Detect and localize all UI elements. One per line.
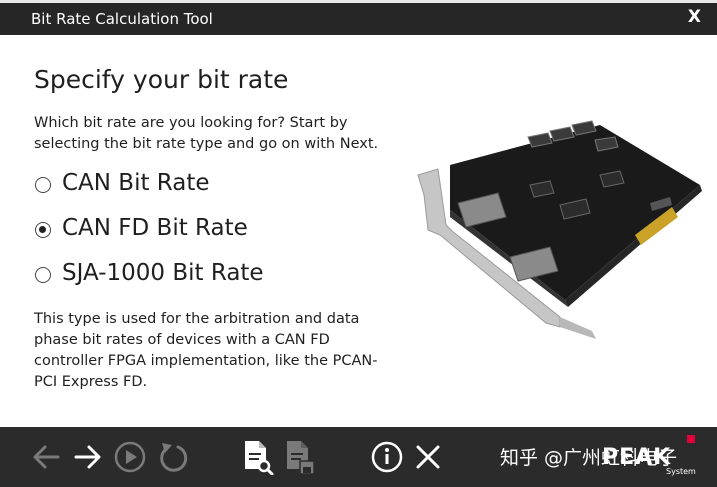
intro-text: Which bit rate are you looking for? Star… [34,115,379,152]
next-button[interactable] [70,439,104,475]
option-sja-1000-bit-rate[interactable]: SJA-1000 Bit Rate [34,259,354,293]
window-title: Bit Rate Calculation Tool [31,10,213,28]
option-label: CAN Bit Rate [62,170,210,196]
option-label: CAN FD Bit Rate [62,215,248,241]
peak-system-logo: PEAK System [600,435,710,481]
close-button[interactable]: X [688,7,701,27]
close-icon [416,445,440,469]
play-circle-icon [114,441,146,473]
logo-subtext: System [666,467,696,476]
reset-button[interactable] [156,439,190,475]
radio-can-bit-rate[interactable] [35,177,51,193]
view-report-button[interactable] [240,439,274,475]
document-save-icon [287,441,315,475]
wizard-content: Specify your bit rate Which bit rate are… [0,35,717,427]
toolbar: 知乎 @广州虹科电子 PEAK System [0,427,717,487]
page-title: Specify your bit rate [34,65,289,94]
option-label: SJA-1000 Bit Rate [62,260,264,286]
document-search-icon [245,441,274,475]
save-report-button[interactable] [282,439,316,475]
radio-can-fd-bit-rate[interactable] [35,222,51,238]
info-icon [371,441,403,473]
radio-sja-1000-bit-rate[interactable] [35,267,51,283]
arrow-left-icon [33,445,60,469]
back-button[interactable] [30,439,64,475]
info-button[interactable] [370,439,404,475]
arrow-right-icon [74,445,101,469]
run-button[interactable] [113,439,147,475]
logo-text: PEAK [602,445,672,470]
pcan-card-image [417,120,702,339]
cancel-button[interactable] [411,439,445,475]
option-can-fd-bit-rate[interactable]: CAN FD Bit Rate [34,214,354,248]
type-description: This type is used for the arbitration an… [34,311,378,390]
reset-icon [160,443,188,472]
option-can-bit-rate[interactable]: CAN Bit Rate [34,169,354,203]
title-bar: Bit Rate Calculation Tool X [0,3,717,35]
logo-accent-square [687,435,695,443]
